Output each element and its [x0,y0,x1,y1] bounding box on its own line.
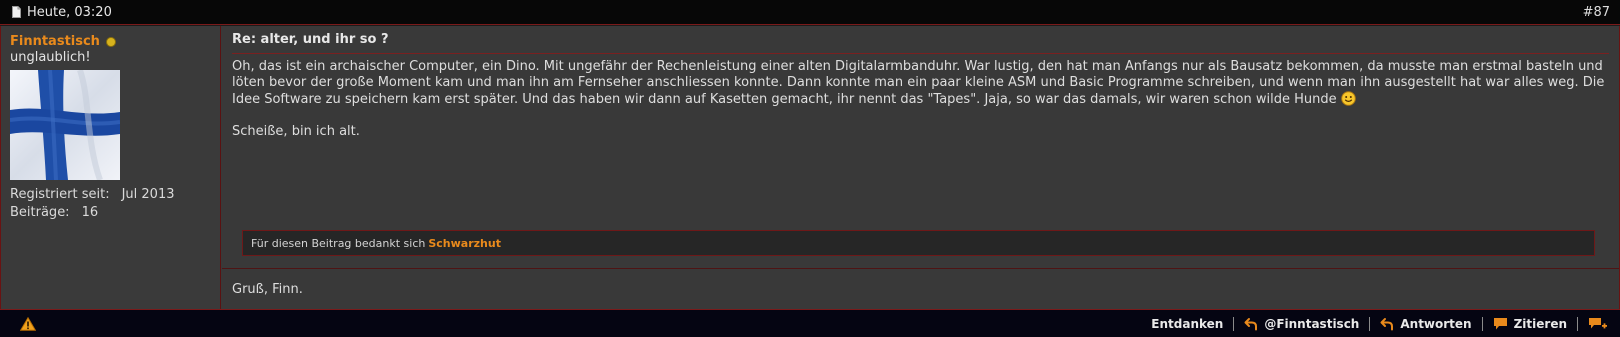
user-info-panel: Finntastisch unglaublich! Registriert se… [1,26,221,309]
posts-count-value: 16 [81,205,99,220]
post-paragraph: Scheiße, bin ich alt. [232,124,360,139]
username-link[interactable]: Finntastisch [10,34,100,49]
reply-arrow-icon [1380,317,1394,330]
username-line: Finntastisch [10,34,211,49]
thanks-text: Für diesen Beitrag bedankt sich [251,237,426,250]
post-date-text: Heute, 03:20 [27,4,112,20]
user-title: unglaublich! [10,50,91,65]
registered-label: Registriert seit: [10,187,110,202]
unthank-label: Entdanken [1151,316,1224,331]
post-content: Re: alter, und ihr so ? Oh, das ist ein … [222,26,1619,309]
registered-row: Registriert seit: Jul 2013 [10,186,211,204]
post-paragraph-text: Oh, das ist ein archaischer Computer, ei… [232,59,1605,107]
multiquote-add-icon [1589,317,1607,328]
post-header: Heute, 03:20 #87 [0,0,1620,25]
post-paragraph: Oh, das ist ein archaischer Computer, ei… [232,59,1610,108]
user-stats: Registriert seit: Jul 2013 Beiträge: 16 [10,186,211,222]
quote-button[interactable]: Zitieren [1481,316,1577,331]
warning-icon[interactable] [20,316,36,331]
quote-bubble-icon [1493,317,1507,329]
mention-user-button[interactable]: @Finntastisch [1233,316,1369,331]
thanks-box: Für diesen Beitrag bedankt sich Schwarzhu… [242,230,1595,256]
signature: Gruß, Finn. [232,282,303,297]
reply-button[interactable]: Antworten [1369,316,1481,331]
reply-arrow-icon [1244,317,1258,330]
post-date: Heute, 03:20 [12,5,112,20]
signature-divider [222,268,1619,269]
post-message: Oh, das ist ein archaischer Computer, ei… [232,59,1610,156]
post-number-link[interactable]: #87 [1583,5,1610,20]
multiquote-button[interactable] [1577,316,1608,331]
online-status-icon [105,36,116,47]
avatar[interactable] [10,70,120,180]
thanks-user-link[interactable]: Schwarzhut [428,237,501,250]
registered-value: Jul 2013 [121,187,175,202]
smile-icon [1340,91,1356,106]
quote-label: Zitieren [1513,316,1567,331]
posts-count-label: Beiträge: [10,205,70,220]
reply-label: Antworten [1400,316,1472,331]
post-actions: Entdanken @Finntastisch Antworten Zitier… [1141,316,1608,331]
unthank-button[interactable]: Entdanken [1141,317,1233,331]
document-icon [12,6,21,18]
posts-count-row: Beiträge: 16 [10,204,211,222]
post-body: Finntastisch unglaublich! Registriert se… [0,26,1620,309]
mention-user-label: @Finntastisch [1264,316,1360,331]
post-title: Re: alter, und ihr so ? [232,32,1609,54]
post-footer: Entdanken @Finntastisch Antworten Zitier… [0,309,1620,337]
